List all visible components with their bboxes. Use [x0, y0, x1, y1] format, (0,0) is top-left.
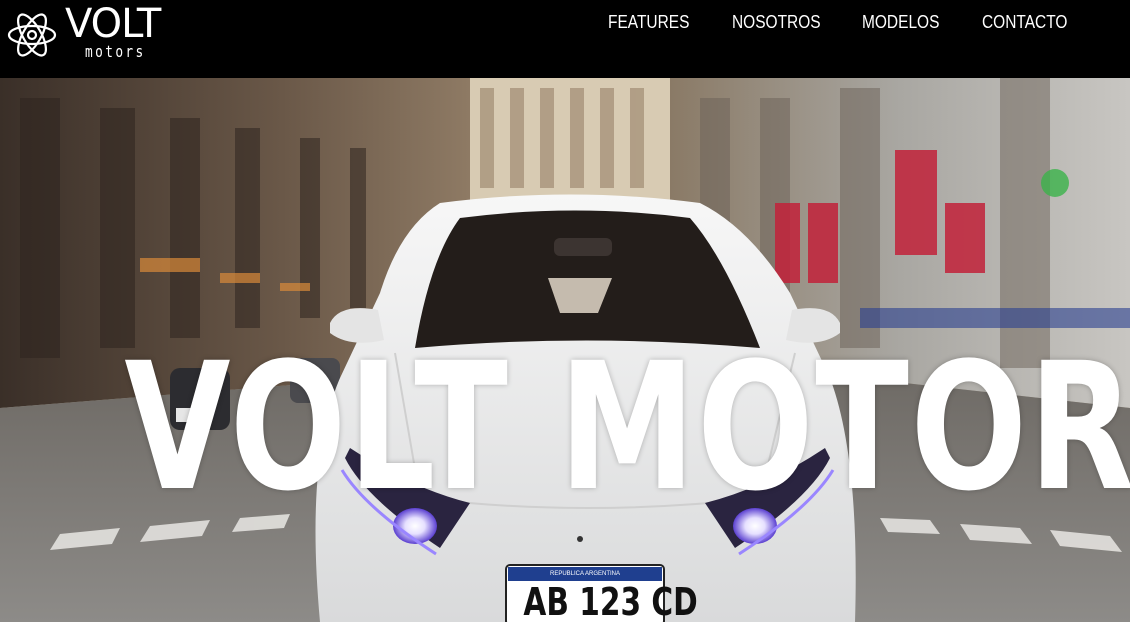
nav-item-nosotros[interactable]: NOSOTROS	[732, 11, 821, 33]
hero-title: VOLT MOTORS	[124, 325, 1130, 530]
hero-section: REPUBLICA ARGENTINA AB 123 CD VOLT MOTOR…	[0, 78, 1130, 622]
brand-tagline: motors	[85, 42, 146, 61]
plate-number: AB 123 CD	[523, 580, 698, 622]
plate-country: REPUBLICA ARGENTINA	[549, 571, 621, 577]
atom-icon	[7, 13, 57, 57]
nav-item-contacto[interactable]: CONTACTO	[982, 11, 1067, 33]
nav-item-modelos[interactable]: MODELOS	[862, 11, 939, 33]
navbar: VOLT motors FEATURES NOSOTROS MODELOS CO…	[0, 0, 1130, 78]
nav-item-features[interactable]: FEATURES	[608, 11, 689, 33]
brand-name: VOLT	[65, 1, 161, 47]
brand-logo[interactable]: VOLT motors	[5, 2, 175, 68]
